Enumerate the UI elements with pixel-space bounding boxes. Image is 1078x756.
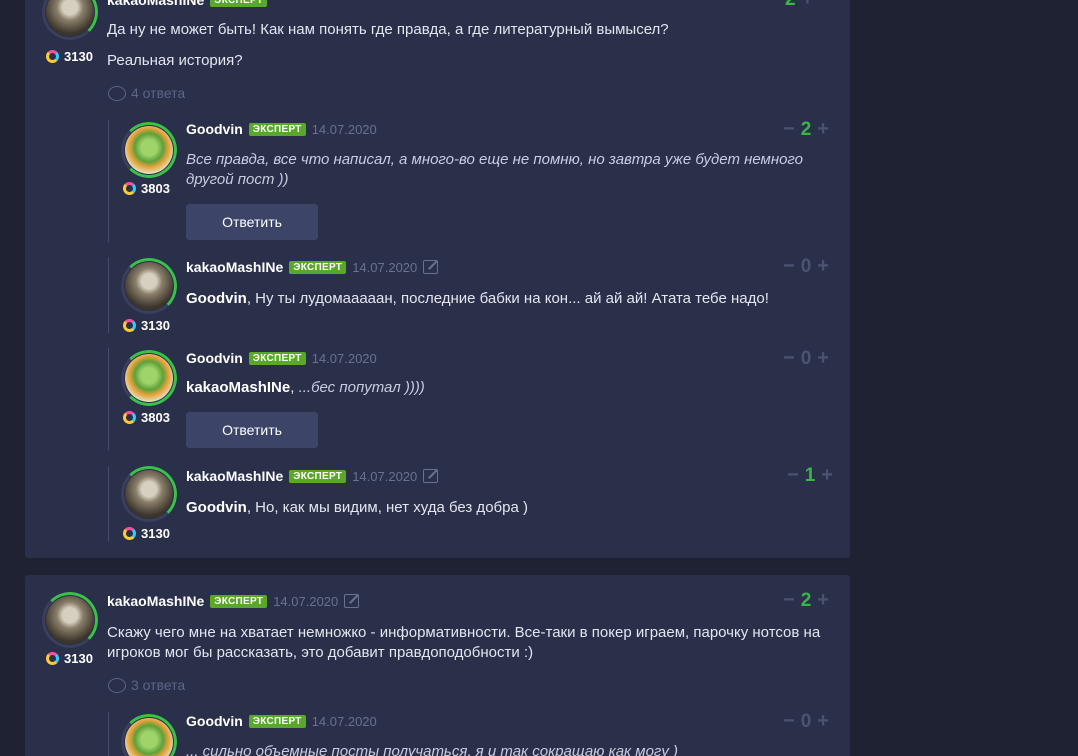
- rating-ring-icon: [123, 319, 136, 332]
- thread-line: [108, 712, 109, 756]
- avatar[interactable]: [42, 592, 98, 648]
- comment-header: kakaoMashINe ЭКСПЕРТ: [107, 0, 268, 8]
- avatar[interactable]: [121, 258, 177, 314]
- thread-line: [108, 257, 109, 333]
- comment-header: Goodvin ЭКСПЕРТ 14.07.2020: [186, 713, 377, 729]
- username[interactable]: kakaoMashINe: [186, 259, 283, 275]
- mention[interactable]: kakaoMashINe: [186, 379, 290, 396]
- expert-badge: ЭКСПЕРТ: [289, 260, 347, 274]
- comment-header: kakaoMashINe ЭКСПЕРТ 14.07.2020: [186, 259, 439, 275]
- thread-line: [108, 348, 109, 450]
- upvote-icon[interactable]: +: [817, 710, 829, 733]
- comment-text: Goodvin, Ну ты лудомааааан, последние ба…: [186, 290, 769, 307]
- comment-bubble-icon: [108, 677, 126, 693]
- expert-badge: ЭКСПЕРТ: [248, 122, 306, 136]
- comment-text: Реальная история?: [107, 52, 243, 69]
- username[interactable]: kakaoMashINe: [107, 593, 204, 609]
- upvote-icon[interactable]: +: [817, 347, 829, 370]
- rating-ring-icon: [46, 50, 59, 63]
- thread-line: [108, 120, 109, 242]
- username[interactable]: Goodvin: [186, 350, 243, 366]
- comment-text: kakaoMashINe, ...бес попутал )))): [186, 379, 425, 396]
- edit-icon[interactable]: [344, 594, 360, 608]
- upvote-icon[interactable]: +: [817, 589, 829, 612]
- avatar[interactable]: [121, 466, 177, 522]
- reply-button[interactable]: Ответить: [186, 412, 318, 448]
- downvote-icon[interactable]: −: [783, 118, 795, 141]
- vote-control: − 1 +: [787, 464, 833, 487]
- username[interactable]: kakaoMashINe: [186, 468, 283, 484]
- mention[interactable]: Goodvin: [186, 499, 247, 516]
- user-rating: 3803: [123, 181, 170, 196]
- comment-date: 14.07.2020: [352, 259, 418, 275]
- comment-text: Goodvin, Но, как мы видим, нет худа без …: [186, 499, 528, 516]
- comment-text: Скажу чего мне на хватает немножко - инф…: [107, 624, 821, 641]
- downvote-icon[interactable]: −: [783, 710, 795, 733]
- comment-text: Все правда, все что написал, а много-во …: [186, 151, 803, 168]
- vote-control: − 0 +: [783, 255, 829, 278]
- comment-text: другой пост )): [186, 171, 289, 188]
- comment-date: 14.07.2020: [311, 350, 377, 366]
- expert-badge: ЭКСПЕРТ: [210, 0, 268, 7]
- vote-control: − 0 +: [783, 347, 829, 370]
- vote-control: 2 +: [785, 0, 813, 11]
- downvote-icon[interactable]: −: [783, 589, 795, 612]
- avatar[interactable]: [121, 350, 177, 406]
- rating-ring-icon: [123, 182, 136, 195]
- comment-text: игроков мог бы рассказать, это добавит п…: [107, 644, 534, 661]
- expert-badge: ЭКСПЕРТ: [248, 714, 306, 728]
- username[interactable]: Goodvin: [186, 121, 243, 137]
- username[interactable]: kakaoMashINe: [107, 0, 204, 8]
- downvote-icon[interactable]: −: [783, 255, 795, 278]
- vote-count: 2: [785, 0, 796, 11]
- upvote-icon[interactable]: +: [821, 464, 833, 487]
- expert-badge: ЭКСПЕРТ: [289, 469, 347, 483]
- vote-count: 2: [800, 118, 812, 140]
- user-rating: 3130: [123, 318, 170, 333]
- comment-date: 14.07.2020: [311, 121, 377, 137]
- comment-date: 14.07.2020: [273, 593, 339, 609]
- comment-text: ... сильно объемные посты получаться, я …: [186, 743, 678, 756]
- edit-icon[interactable]: [423, 260, 439, 274]
- mention[interactable]: Goodvin: [186, 290, 247, 307]
- comment-bubble-icon: [108, 85, 126, 101]
- user-rating: 3130: [123, 526, 170, 541]
- upvote-icon[interactable]: +: [817, 255, 829, 278]
- comment-date: 14.07.2020: [352, 468, 418, 484]
- avatar[interactable]: [121, 122, 177, 178]
- replies-toggle[interactable]: 4 ответа: [108, 85, 185, 101]
- downvote-icon[interactable]: −: [783, 347, 795, 370]
- upvote-icon[interactable]: +: [817, 118, 829, 141]
- thread-line: [108, 466, 109, 542]
- vote-control: − 2 +: [783, 118, 829, 141]
- reply-button[interactable]: Ответить: [186, 204, 318, 240]
- user-rating: 3130: [46, 651, 93, 666]
- vote-count: 0: [800, 255, 812, 277]
- vote-count: 0: [800, 710, 812, 732]
- vote-control: − 2 +: [783, 589, 829, 612]
- vote-count: 1: [804, 464, 816, 486]
- rating-ring-icon: [123, 527, 136, 540]
- upvote-icon[interactable]: +: [802, 0, 814, 11]
- expert-badge: ЭКСПЕРТ: [210, 594, 268, 608]
- vote-control: − 0 +: [783, 710, 829, 733]
- downvote-icon[interactable]: −: [787, 464, 799, 487]
- comment-header: kakaoMashINe ЭКСПЕРТ 14.07.2020: [107, 593, 360, 609]
- replies-toggle[interactable]: 3 ответа: [108, 677, 185, 693]
- comment-date: 14.07.2020: [311, 713, 377, 729]
- expert-badge: ЭКСПЕРТ: [248, 351, 306, 365]
- comment-header: Goodvin ЭКСПЕРТ 14.07.2020: [186, 350, 377, 366]
- comment-header: Goodvin ЭКСПЕРТ 14.07.2020: [186, 121, 377, 137]
- username[interactable]: Goodvin: [186, 713, 243, 729]
- user-rating: 3803: [123, 410, 170, 425]
- edit-icon[interactable]: [423, 469, 439, 483]
- comment-text: Да ну не может быть! Как нам понять где …: [107, 21, 669, 38]
- rating-ring-icon: [46, 652, 59, 665]
- user-rating: 3130: [46, 49, 93, 64]
- vote-count: 0: [800, 347, 812, 369]
- vote-count: 2: [800, 589, 812, 611]
- rating-ring-icon: [123, 411, 136, 424]
- comment-header: kakaoMashINe ЭКСПЕРТ 14.07.2020: [186, 468, 439, 484]
